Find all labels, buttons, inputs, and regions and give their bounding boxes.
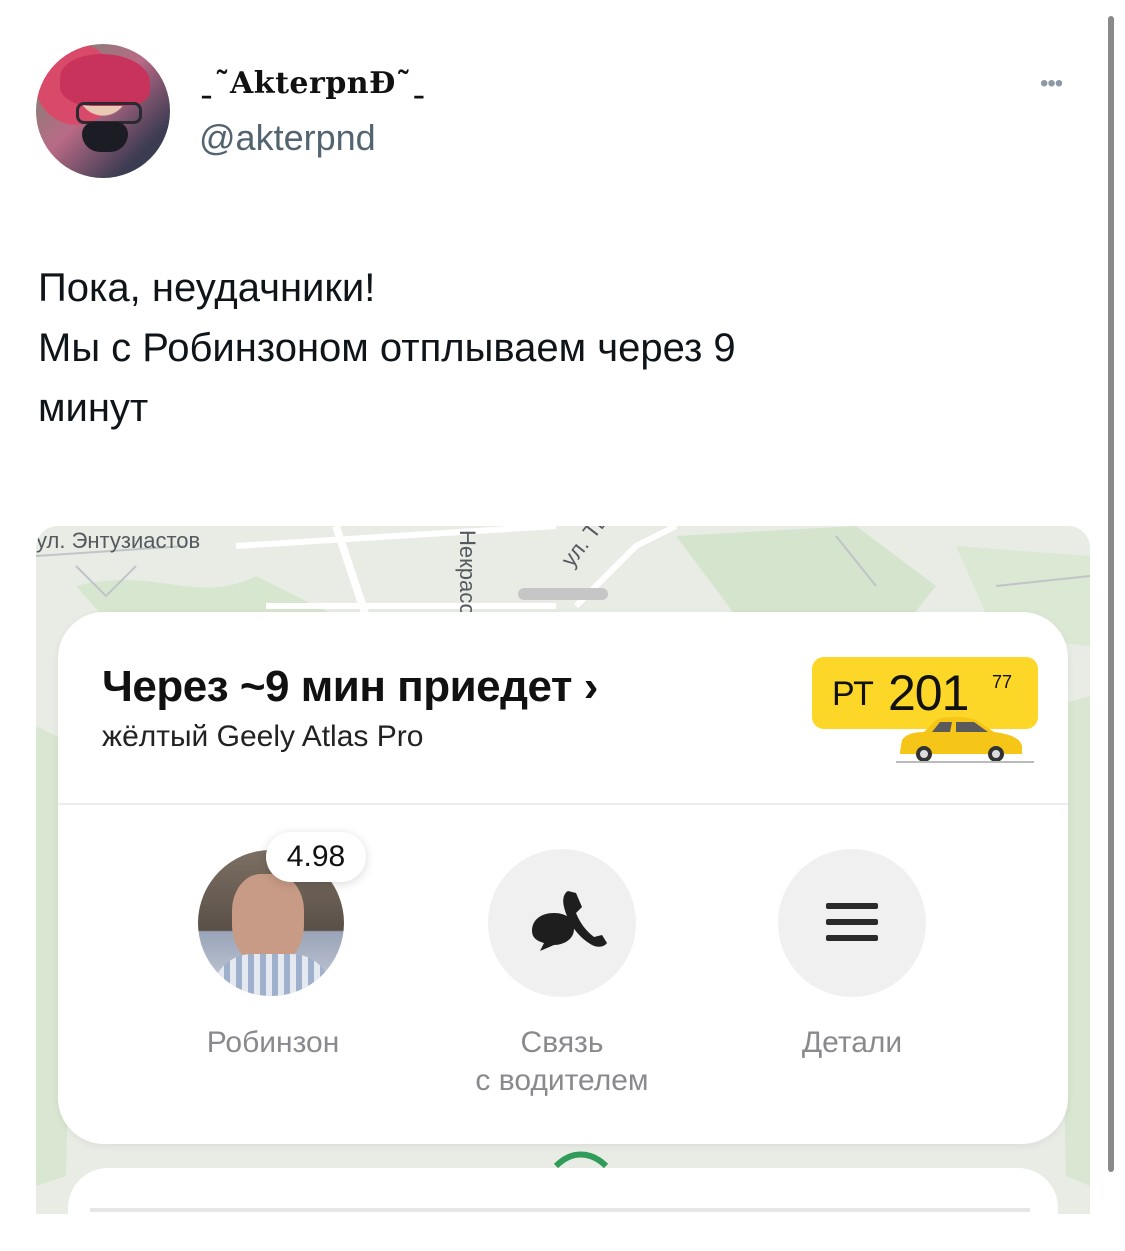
card-divider — [58, 803, 1068, 805]
sheet-drag-handle[interactable] — [518, 588, 608, 600]
menu-icon-bar-3 — [826, 935, 878, 941]
avatar-mask — [82, 122, 128, 152]
plate-region: 77 — [992, 672, 1013, 692]
display-name[interactable]: ˍ˜AkterpnĐ˜ˍ — [199, 66, 427, 101]
contact-driver-label[interactable]: Связь с водителем — [440, 1024, 684, 1100]
car-description: жёлтый Geely Atlas Pro — [102, 720, 424, 753]
chat-phone-icon — [532, 891, 607, 951]
more-options-icon[interactable]: ••• — [1040, 70, 1063, 98]
map-street-label-2: Некрасо — [455, 530, 480, 616]
driver-face — [232, 874, 304, 966]
bottom-sheet-line — [90, 1208, 1030, 1212]
eta-title[interactable]: Через ~9 мин приедет › — [102, 662, 598, 712]
tweet-text: Пока, неудачники! Мы с Робинзоном отплыв… — [38, 258, 1038, 438]
bottom-sheet[interactable] — [68, 1168, 1058, 1228]
menu-icon-bar-2 — [826, 919, 878, 925]
plate-letters: РТ — [832, 675, 874, 713]
contact-label-line-2: с водителем — [475, 1064, 649, 1097]
scrollbar[interactable] — [1108, 16, 1114, 1172]
tweet-text-line-2: Мы с Робинзоном отплываем через 9 — [38, 326, 736, 370]
details-button[interactable] — [778, 849, 926, 997]
user-avatar[interactable] — [36, 44, 170, 178]
map-street-label-1: ул. Энтузиастов — [36, 528, 201, 553]
details-label[interactable]: Детали — [750, 1024, 954, 1062]
avatar-glasses — [76, 102, 142, 124]
tweet-text-line-1: Пока, неудачники! — [38, 266, 376, 310]
contact-driver-button[interactable] — [488, 849, 636, 997]
menu-icon-bar-1 — [826, 903, 878, 909]
chevron-right-icon: › — [583, 662, 599, 711]
driver-shirt — [212, 954, 332, 996]
driver-rating-badge: 4.98 — [266, 832, 366, 882]
taxi-car-icon — [896, 717, 1034, 763]
user-handle[interactable]: @akterpnd — [199, 117, 376, 159]
contact-label-line-1: Связь — [520, 1026, 604, 1059]
eta-text: Через ~9 мин приедет — [102, 662, 572, 711]
avatar-hair — [60, 54, 150, 106]
driver-name[interactable]: Робинзон — [170, 1024, 376, 1062]
tweet-text-line-3: минут — [38, 386, 149, 430]
